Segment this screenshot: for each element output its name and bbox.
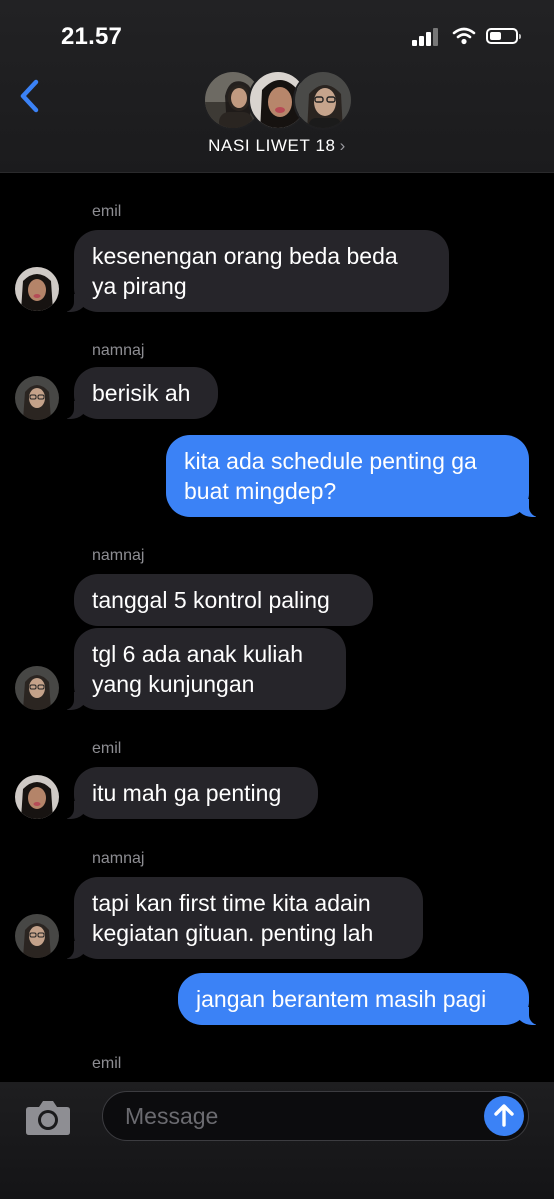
message-bubble-incoming[interactable]: tgl 6 ada anak kuliah yang kunjungan xyxy=(60,628,346,710)
message-line: yang kunjungan xyxy=(92,671,255,697)
message-composer xyxy=(0,1082,554,1199)
message-bubble-incoming[interactable]: kesenengan orang beda beda ya pirang xyxy=(60,230,449,312)
avatar-namnaj[interactable] xyxy=(15,914,59,958)
group-name-button[interactable]: NASI LIWET 18 › xyxy=(0,136,554,156)
message-line: buat mingdep? xyxy=(184,478,337,504)
chevron-right-icon: › xyxy=(339,136,346,155)
message-input[interactable] xyxy=(123,1092,467,1141)
message-line: itu mah ga penting xyxy=(92,780,282,806)
group-avatar-3 xyxy=(293,70,353,130)
wifi-icon xyxy=(452,27,476,45)
arrow-up-icon xyxy=(494,1104,514,1127)
message-bubble-outgoing[interactable]: jangan berantem masih pagi xyxy=(178,973,543,1025)
camera-icon xyxy=(26,1101,70,1135)
message-bubble-incoming[interactable]: tapi kan first time kita adain kegiatan … xyxy=(60,877,423,959)
message-line: jangan berantem masih pagi xyxy=(196,986,487,1012)
sender-name: namnaj xyxy=(92,342,145,359)
message-bubble-incoming[interactable]: itu mah ga penting xyxy=(60,767,318,819)
camera-button[interactable] xyxy=(25,1097,71,1137)
sender-name: emil xyxy=(92,740,122,757)
avatar-emil[interactable] xyxy=(15,267,59,311)
avatar-namnaj[interactable] xyxy=(15,376,59,420)
sender-name: namnaj xyxy=(92,547,145,564)
send-button[interactable] xyxy=(484,1096,524,1136)
status-bar: 21.57 xyxy=(0,0,554,70)
sender-name: namnaj xyxy=(92,850,145,867)
message-bubble-incoming[interactable]: berisik ah xyxy=(60,367,218,419)
cellular-signal-icon xyxy=(412,26,442,46)
status-time: 21.57 xyxy=(61,23,123,50)
message-bubble-outgoing[interactable]: kita ada schedule penting ga buat mingde… xyxy=(166,435,543,517)
message-input-container[interactable] xyxy=(102,1091,529,1141)
sender-name: emil xyxy=(92,203,122,220)
avatar-emil[interactable] xyxy=(15,775,59,819)
battery-icon xyxy=(486,28,521,44)
avatar-namnaj[interactable] xyxy=(15,666,59,710)
message-line: ya pirang xyxy=(92,273,187,299)
group-name: NASI LIWET 18 xyxy=(208,136,336,155)
sender-name: emil xyxy=(92,1055,122,1072)
message-line: kegiatan gituan. penting lah xyxy=(92,920,374,946)
group-avatars[interactable] xyxy=(203,70,353,130)
message-bubble-incoming[interactable]: tanggal 5 kontrol paling xyxy=(74,574,373,626)
message-line: kesenengan orang beda beda xyxy=(92,243,398,269)
message-line: kita ada schedule penting ga xyxy=(184,448,477,474)
message-line: tanggal 5 kontrol paling xyxy=(92,587,330,613)
message-line: tgl 6 ada anak kuliah xyxy=(92,641,303,667)
back-button[interactable] xyxy=(14,76,48,116)
chevron-left-icon xyxy=(20,79,39,113)
message-line: berisik ah xyxy=(92,380,191,406)
message-line: tapi kan first time kita adain xyxy=(92,890,371,916)
